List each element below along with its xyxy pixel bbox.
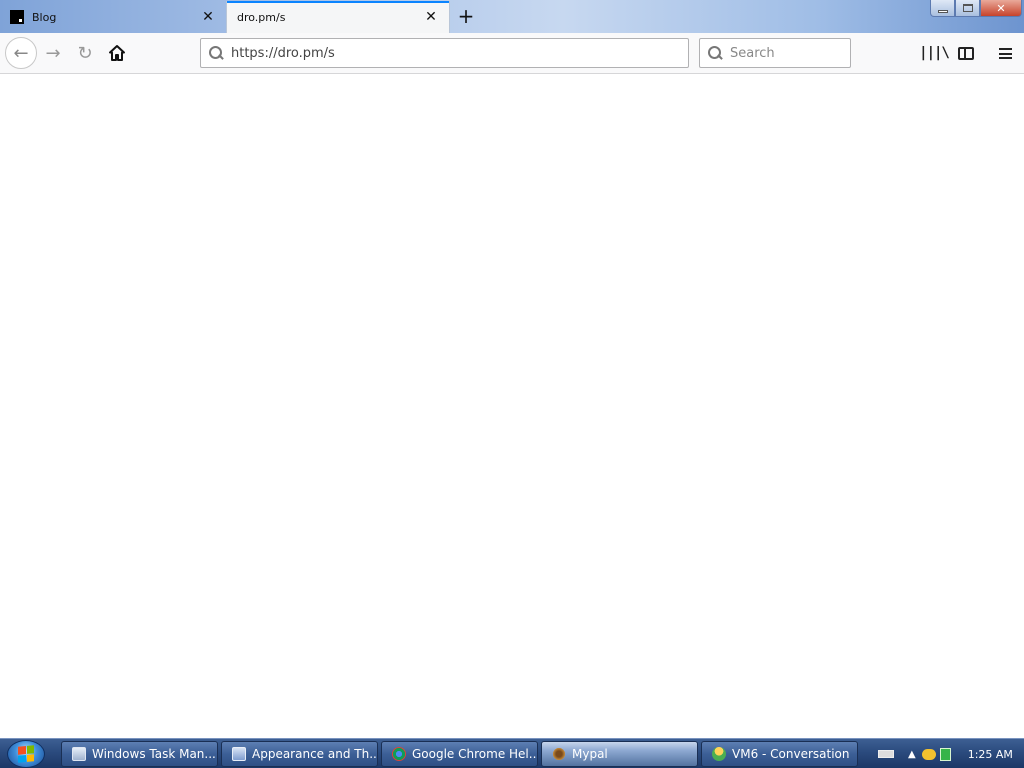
forward-button[interactable]: → xyxy=(38,38,68,68)
title-bar: Blog ✕ dro.pm/s ✕ + ✕ xyxy=(0,0,1024,33)
close-window-button[interactable]: ✕ xyxy=(980,0,1022,17)
keyboard-icon[interactable] xyxy=(878,750,894,758)
taskbar-button-label: Appearance and Th... xyxy=(252,747,378,761)
taskbar: Windows Task Man... Appearance and Th...… xyxy=(0,738,1024,768)
search-bar[interactable] xyxy=(699,38,851,68)
taskbar-button-label: Windows Task Man... xyxy=(92,747,216,761)
navigation-toolbar: ← → ↻ https://dro.pm/s |||\ xyxy=(0,33,1024,74)
home-button[interactable] xyxy=(102,38,132,68)
page-content xyxy=(0,74,1024,738)
minimize-icon xyxy=(937,9,948,13)
search-icon xyxy=(708,46,722,60)
close-tab-icon[interactable]: ✕ xyxy=(200,9,216,25)
taskbar-button-appearance[interactable]: Appearance and Th... xyxy=(221,741,378,767)
reload-button[interactable]: ↻ xyxy=(70,38,100,68)
tab-dro-pm[interactable]: dro.pm/s ✕ xyxy=(226,1,450,33)
tab-title: dro.pm/s xyxy=(237,10,286,24)
search-input[interactable] xyxy=(730,45,840,61)
chrome-icon xyxy=(392,747,406,761)
new-tab-button[interactable]: + xyxy=(455,4,477,28)
taskbar-button-vm6[interactable]: VM6 - Conversation xyxy=(701,741,858,767)
mypal-icon xyxy=(552,747,566,761)
taskbar-button-label: Google Chrome Hel... xyxy=(412,747,538,761)
taskbar-button-label: Mypal xyxy=(572,747,608,761)
sidebar-button[interactable] xyxy=(955,42,977,64)
windows-logo-icon xyxy=(18,745,34,763)
taskbar-button-mypal[interactable]: Mypal xyxy=(541,741,698,767)
close-icon: ✕ xyxy=(996,1,1006,15)
notification-bubble-icon[interactable] xyxy=(921,748,936,760)
forward-arrow-icon: → xyxy=(45,42,61,64)
window-controls: ✕ xyxy=(930,0,1022,17)
back-arrow-icon: ← xyxy=(13,42,29,64)
tab-title: Blog xyxy=(32,10,57,24)
clock[interactable]: 1:25 AM xyxy=(968,748,1013,761)
url-text: https://dro.pm/s xyxy=(231,45,335,61)
menu-button[interactable] xyxy=(994,42,1016,64)
start-button[interactable] xyxy=(7,740,45,768)
library-button[interactable]: |||\ xyxy=(919,42,950,64)
task-manager-icon xyxy=(72,747,86,761)
appearance-icon xyxy=(232,747,246,761)
vm6-icon xyxy=(712,747,726,761)
sidebar-icon xyxy=(958,46,974,60)
hamburger-menu-icon xyxy=(998,47,1012,59)
taskbar-button-label: VM6 - Conversation xyxy=(732,747,850,761)
reload-icon: ↻ xyxy=(77,42,93,64)
library-icon: |||\ xyxy=(919,45,950,61)
search-icon xyxy=(209,46,223,60)
home-icon xyxy=(109,45,125,61)
system-tray: ▲ 1:25 AM xyxy=(868,741,1013,767)
taskbar-button-chrome-help[interactable]: Google Chrome Hel... xyxy=(381,741,538,767)
minimize-button[interactable] xyxy=(930,0,955,17)
tab-blog[interactable]: Blog ✕ xyxy=(0,1,226,33)
restore-button[interactable] xyxy=(955,0,980,17)
taskbar-button-task-manager[interactable]: Windows Task Man... xyxy=(61,741,218,767)
network-status-icon[interactable] xyxy=(939,747,951,761)
back-button[interactable]: ← xyxy=(5,37,37,69)
blog-favicon-icon xyxy=(10,10,24,24)
url-bar[interactable]: https://dro.pm/s xyxy=(200,38,689,68)
show-hidden-icons-arrow-icon[interactable]: ▲ xyxy=(908,749,916,760)
close-tab-icon[interactable]: ✕ xyxy=(423,9,439,25)
restore-icon xyxy=(962,4,973,12)
